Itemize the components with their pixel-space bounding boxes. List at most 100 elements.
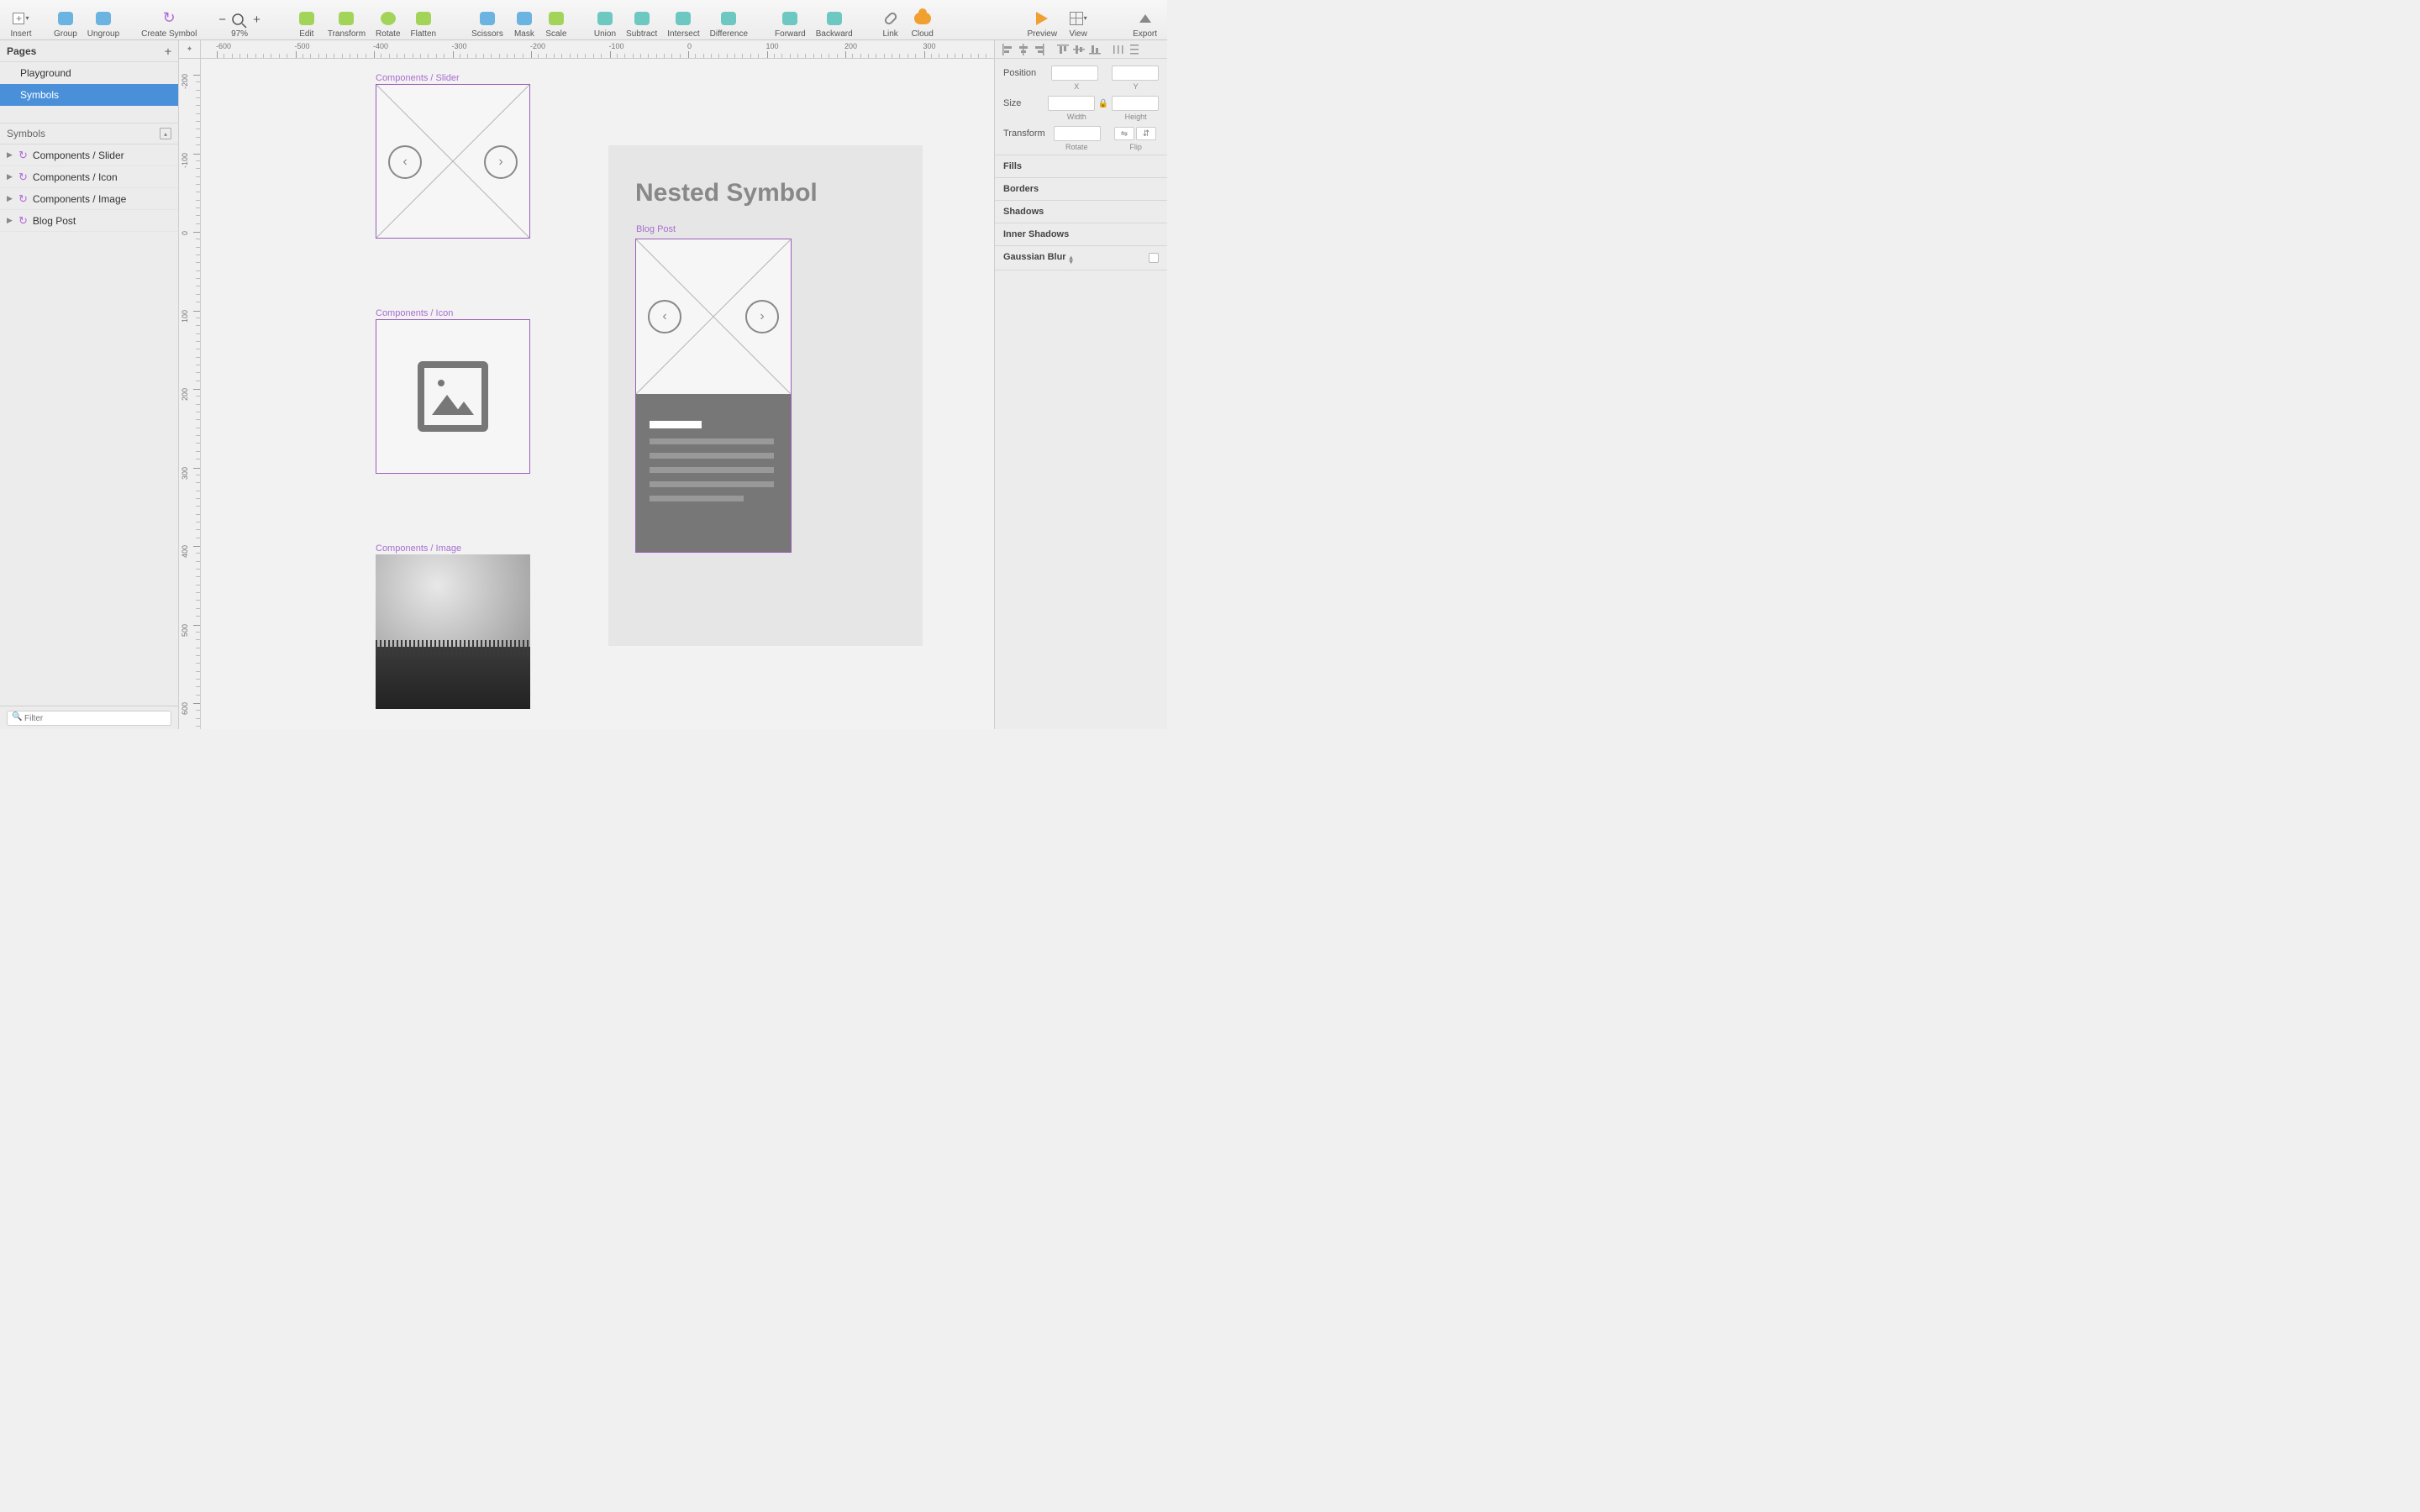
search-icon: 🔍 bbox=[12, 712, 22, 722]
rotate-button[interactable]: Rotate bbox=[371, 2, 405, 39]
stepper-icon[interactable]: ▴▾ bbox=[1070, 255, 1073, 264]
align-hcenter-button[interactable] bbox=[1016, 43, 1031, 56]
preview-button[interactable]: Preview bbox=[1023, 2, 1063, 39]
add-page-button[interactable]: + bbox=[165, 45, 171, 58]
fills-section[interactable]: Fills bbox=[995, 155, 1167, 178]
position-y-input[interactable] bbox=[1112, 66, 1159, 81]
view-button[interactable]: ▾View bbox=[1062, 2, 1094, 39]
text-placeholder bbox=[650, 453, 774, 459]
grid-icon bbox=[1070, 12, 1083, 25]
page-item-playground[interactable]: Playground bbox=[0, 62, 178, 84]
ungroup-icon bbox=[96, 12, 111, 25]
position-x-input[interactable] bbox=[1051, 66, 1098, 81]
blur-checkbox[interactable] bbox=[1149, 253, 1159, 263]
backward-button[interactable]: Backward bbox=[811, 2, 858, 39]
symbol-image[interactable] bbox=[376, 554, 530, 709]
zoom-in-button[interactable]: + bbox=[248, 13, 266, 27]
artboard-label[interactable]: Blog Post bbox=[608, 224, 923, 239]
artboard-label[interactable]: Components / Image bbox=[376, 543, 461, 554]
size-width-input[interactable] bbox=[1048, 96, 1095, 111]
artboard-label[interactable]: Components / Slider bbox=[376, 73, 460, 83]
transform-button[interactable]: Transform bbox=[323, 2, 371, 39]
shadows-section[interactable]: Shadows bbox=[995, 201, 1167, 223]
align-right-button[interactable] bbox=[1032, 43, 1047, 56]
align-vcenter-button[interactable] bbox=[1071, 43, 1086, 56]
position-section: Position XY Size 🔒 WidthHeight Transform bbox=[995, 59, 1167, 155]
gaussian-blur-section[interactable]: Gaussian Blur▴▾ bbox=[995, 246, 1167, 270]
distribute-h-button[interactable] bbox=[1111, 43, 1126, 56]
layer-item[interactable]: ▶ ↻ Components / Slider bbox=[0, 144, 178, 166]
scissors-button[interactable]: Scissors bbox=[466, 2, 508, 39]
disclosure-icon[interactable]: ▶ bbox=[7, 194, 13, 203]
symbol-icon: ↻ bbox=[18, 214, 28, 228]
flip-v-button[interactable]: ⇵ bbox=[1136, 127, 1156, 140]
export-button[interactable]: Export bbox=[1128, 2, 1162, 39]
layer-item[interactable]: ▶ ↻ Blog Post bbox=[0, 210, 178, 232]
union-button[interactable]: Union bbox=[589, 2, 621, 39]
inner-shadows-section[interactable]: Inner Shadows bbox=[995, 223, 1167, 246]
create-symbol-button[interactable]: ↻ Create Symbol bbox=[136, 2, 202, 39]
layer-item[interactable]: ▶ ↻ Components / Icon bbox=[0, 166, 178, 188]
rotate-input[interactable] bbox=[1054, 126, 1101, 141]
forward-button[interactable]: Forward bbox=[770, 2, 811, 39]
flatten-icon bbox=[416, 12, 431, 25]
ungroup-button[interactable]: Ungroup bbox=[82, 2, 124, 39]
ruler-horizontal[interactable]: -600-500-400-300-200-1000100200300 bbox=[201, 40, 994, 59]
magnifier-icon bbox=[231, 13, 248, 29]
link-icon bbox=[882, 10, 897, 25]
prev-button[interactable]: ‹ bbox=[388, 145, 422, 179]
align-toolbar bbox=[995, 40, 1167, 59]
group-button[interactable]: Group bbox=[49, 2, 82, 39]
borders-section[interactable]: Borders bbox=[995, 178, 1167, 201]
cloud-button[interactable]: Cloud bbox=[907, 2, 939, 39]
symbol-icon: ↻ bbox=[18, 192, 28, 206]
image-icon bbox=[418, 361, 488, 432]
insert-button[interactable]: +▾ Insert bbox=[5, 2, 37, 39]
flip-h-button[interactable]: ⇋ bbox=[1114, 127, 1134, 140]
disclosure-icon[interactable]: ▶ bbox=[7, 150, 13, 160]
subtract-icon bbox=[634, 12, 650, 25]
text-placeholder bbox=[650, 438, 774, 444]
next-button[interactable]: › bbox=[484, 145, 518, 179]
align-top-button[interactable] bbox=[1055, 43, 1071, 56]
mask-icon bbox=[517, 12, 532, 25]
artboard-nested-symbol[interactable]: Nested Symbol Blog Post ‹ › bbox=[608, 145, 923, 646]
symbol-slider[interactable]: ‹ › bbox=[376, 84, 530, 239]
text-placeholder bbox=[650, 467, 774, 473]
symbol-blogpost[interactable]: ‹ › bbox=[635, 239, 792, 553]
size-height-input[interactable] bbox=[1112, 96, 1159, 111]
edit-button[interactable]: Edit bbox=[291, 2, 323, 39]
subtract-button[interactable]: Subtract bbox=[621, 2, 662, 39]
lock-icon[interactable]: 🔒 bbox=[1098, 99, 1108, 108]
layer-item[interactable]: ▶ ↻ Components / Image bbox=[0, 188, 178, 210]
disclosure-icon[interactable]: ▶ bbox=[7, 172, 13, 181]
filter-bar: 🔍 bbox=[0, 706, 178, 729]
symbol-icon[interactable] bbox=[376, 319, 530, 474]
ruler-origin[interactable]: ✦ bbox=[179, 40, 201, 59]
export-icon bbox=[1139, 14, 1151, 23]
link-button[interactable]: Link bbox=[875, 2, 907, 39]
flatten-button[interactable]: Flatten bbox=[406, 2, 442, 39]
disclosure-icon[interactable]: ▶ bbox=[7, 216, 13, 225]
page-item-symbols[interactable]: Symbols bbox=[0, 84, 178, 106]
cloud-icon bbox=[914, 13, 931, 24]
canvas[interactable]: Components / Slider ‹ › Components / Ico… bbox=[201, 59, 994, 729]
ruler-vertical[interactable]: -200-1000100200300400500600 bbox=[179, 59, 201, 729]
intersect-icon bbox=[676, 12, 691, 25]
difference-button[interactable]: Difference bbox=[705, 2, 753, 39]
zoom-control[interactable]: − 97% + bbox=[213, 2, 266, 39]
distribute-v-button[interactable] bbox=[1127, 43, 1142, 56]
next-button[interactable]: › bbox=[745, 300, 779, 333]
chevron-left-icon: ‹ bbox=[662, 309, 666, 324]
artboard-label[interactable]: Components / Icon bbox=[376, 308, 453, 318]
mask-button[interactable]: Mask bbox=[508, 2, 540, 39]
scroll-top-button[interactable]: ▴ bbox=[160, 128, 171, 139]
intersect-button[interactable]: Intersect bbox=[662, 2, 704, 39]
prev-button[interactable]: ‹ bbox=[648, 300, 681, 333]
scale-button[interactable]: Scale bbox=[540, 2, 572, 39]
filter-input[interactable] bbox=[7, 711, 171, 726]
align-bottom-button[interactable] bbox=[1087, 43, 1102, 56]
pages-header: Pages + bbox=[0, 40, 178, 62]
zoom-out-button[interactable]: − bbox=[213, 13, 231, 27]
align-left-button[interactable] bbox=[1000, 43, 1015, 56]
